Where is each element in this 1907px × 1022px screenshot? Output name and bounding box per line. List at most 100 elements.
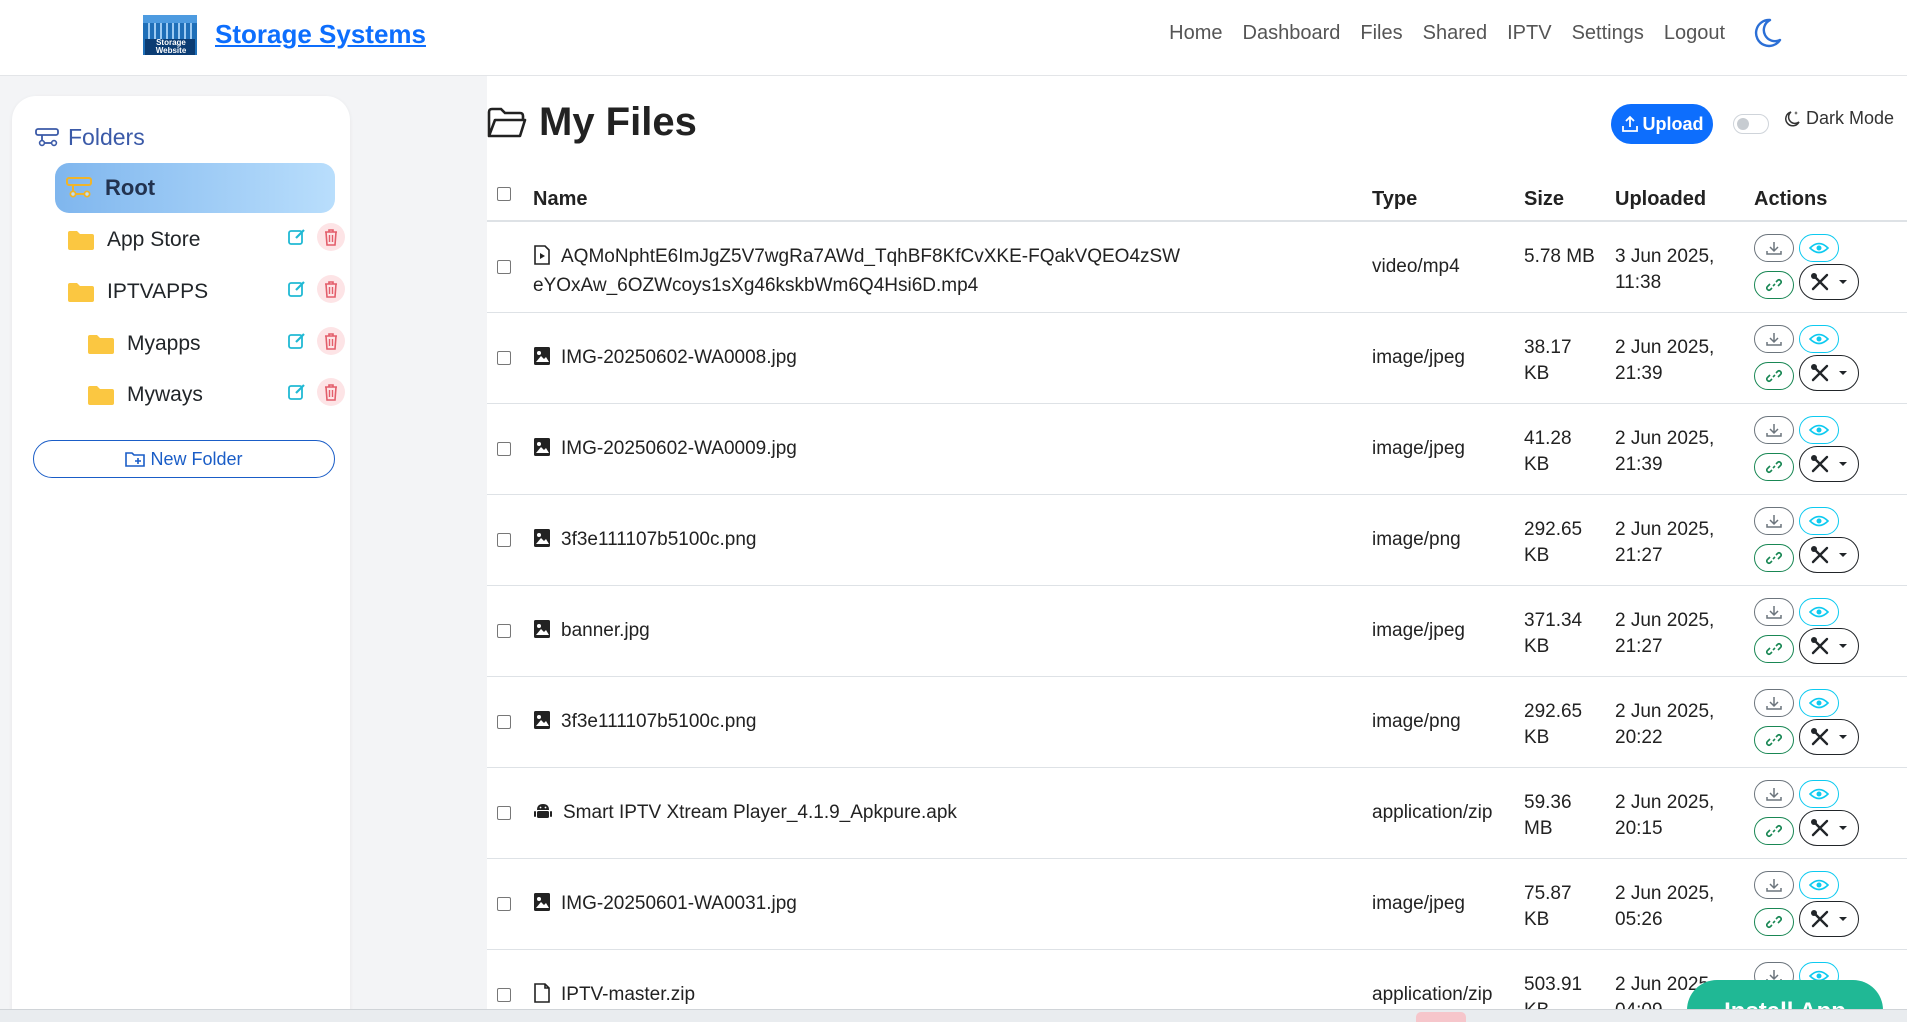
- file-name[interactable]: IMG-20250602-WA0009.jpg: [533, 436, 1183, 465]
- download-button[interactable]: [1754, 780, 1794, 808]
- row-checkbox[interactable]: [497, 988, 511, 1002]
- link-icon: [1766, 915, 1782, 929]
- folder-actions: [283, 275, 345, 303]
- edit-icon[interactable]: [283, 275, 311, 303]
- download-button[interactable]: [1754, 598, 1794, 626]
- tools-dropdown-button[interactable]: [1799, 537, 1859, 573]
- view-button[interactable]: [1799, 234, 1839, 262]
- edit-icon[interactable]: [283, 223, 311, 251]
- row-checkbox[interactable]: [497, 806, 511, 820]
- sidebar-item-myapps[interactable]: Myapps: [87, 327, 357, 361]
- table-row[interactable]: 3f3e111107b5100c.png image/png 292.65 KB 2 …: [487, 677, 1907, 768]
- tools-icon: [1811, 910, 1829, 928]
- select-all-checkbox[interactable]: [497, 187, 511, 201]
- file-name-text: 3f3e111107b5100c.png: [561, 529, 757, 550]
- file-name[interactable]: AQMoNphtE6ImJgZ5V7wgRa7AWd_TqhBF8KfCvXKE…: [533, 244, 1183, 299]
- edit-icon[interactable]: [283, 327, 311, 355]
- eye-icon: [1809, 242, 1829, 254]
- table-row[interactable]: Smart IPTV Xtream Player_4.1.9_Apkpure.a…: [487, 768, 1907, 859]
- sidebar-item-myways[interactable]: Myways: [87, 378, 357, 412]
- row-actions: [1754, 871, 1864, 937]
- download-button[interactable]: [1754, 325, 1794, 353]
- file-name[interactable]: IMG-20250602-WA0008.jpg: [533, 345, 1183, 374]
- row-checkbox[interactable]: [497, 351, 511, 365]
- table-row[interactable]: IMG-20250601-WA0031.jpg image/jpeg 75.87 K…: [487, 859, 1907, 950]
- row-actions: [1754, 598, 1864, 664]
- trash-icon[interactable]: [317, 275, 345, 303]
- download-button[interactable]: [1754, 416, 1794, 444]
- file-name[interactable]: banner.jpg: [533, 618, 1183, 647]
- row-checkbox[interactable]: [497, 624, 511, 638]
- edit-icon[interactable]: [283, 378, 311, 406]
- row-checkbox[interactable]: [497, 442, 511, 456]
- file-name-text: IMG-20250602-WA0008.jpg: [561, 347, 797, 368]
- moon-icon[interactable]: [1750, 16, 1784, 50]
- file-name[interactable]: 3f3e111107b5100c.png: [533, 527, 1183, 556]
- trash-icon[interactable]: [317, 223, 345, 251]
- view-button[interactable]: [1799, 780, 1839, 808]
- tools-dropdown-button[interactable]: [1799, 719, 1859, 755]
- tools-icon: [1811, 364, 1829, 382]
- view-button[interactable]: [1799, 325, 1839, 353]
- nav-home[interactable]: Home: [1169, 22, 1222, 45]
- view-button[interactable]: [1799, 689, 1839, 717]
- view-button[interactable]: [1799, 507, 1839, 535]
- new-folder-button[interactable]: New Folder: [33, 440, 335, 478]
- table-row[interactable]: IMG-20250602-WA0009.jpg image/jpeg 41.28 K…: [487, 404, 1907, 495]
- share-link-button[interactable]: [1754, 726, 1794, 754]
- share-link-button[interactable]: [1754, 362, 1794, 390]
- table-row[interactable]: AQMoNphtE6ImJgZ5V7wgRa7AWd_TqhBF8KfCvXKE…: [487, 222, 1907, 313]
- share-link-button[interactable]: [1754, 453, 1794, 481]
- row-checkbox[interactable]: [497, 897, 511, 911]
- brand-name[interactable]: Storage Systems: [215, 19, 426, 50]
- tools-dropdown-button[interactable]: [1799, 264, 1859, 300]
- share-link-button[interactable]: [1754, 635, 1794, 663]
- brand[interactable]: Storage Website Storage Systems: [141, 11, 426, 57]
- share-link-button[interactable]: [1754, 544, 1794, 572]
- upload-button[interactable]: Upload: [1611, 104, 1713, 144]
- nav-files[interactable]: Files: [1360, 22, 1402, 45]
- download-icon: [1766, 697, 1782, 710]
- tools-dropdown-button[interactable]: [1799, 628, 1859, 664]
- file-name-text: AQMoNphtE6ImJgZ5V7wgRa7AWd_TqhBF8KfCvXKE…: [533, 246, 1181, 296]
- file-name[interactable]: 3f3e111107b5100c.png: [533, 709, 1183, 738]
- file-name[interactable]: IPTV-master.zip: [533, 982, 1183, 1011]
- nav-shared[interactable]: Shared: [1423, 22, 1488, 45]
- file-type: video/mp4: [1372, 256, 1460, 277]
- trash-icon[interactable]: [317, 378, 345, 406]
- share-link-button[interactable]: [1754, 271, 1794, 299]
- row-checkbox[interactable]: [497, 533, 511, 547]
- dark-mode-toggle[interactable]: [1733, 114, 1769, 134]
- view-button[interactable]: [1799, 871, 1839, 899]
- sidebar-item-iptvapps[interactable]: IPTVAPPS: [67, 275, 357, 309]
- table-row[interactable]: banner.jpg image/jpeg 371.34 KB 2 Jun 2025,…: [487, 586, 1907, 677]
- tools-dropdown-button[interactable]: [1799, 901, 1859, 937]
- view-button[interactable]: [1799, 598, 1839, 626]
- share-link-button[interactable]: [1754, 817, 1794, 845]
- sidebar-item-app-store[interactable]: App Store: [67, 223, 357, 257]
- nav-settings[interactable]: Settings: [1572, 22, 1644, 45]
- image-file-icon: [533, 892, 551, 920]
- table-row[interactable]: IMG-20250602-WA0008.jpg image/jpeg 38.17 K…: [487, 313, 1907, 404]
- tools-dropdown-button[interactable]: [1799, 810, 1859, 846]
- nav-logout[interactable]: Logout: [1664, 22, 1725, 45]
- download-button[interactable]: [1754, 507, 1794, 535]
- download-button[interactable]: [1754, 689, 1794, 717]
- share-link-button[interactable]: [1754, 908, 1794, 936]
- eye-icon: [1809, 424, 1829, 436]
- download-button[interactable]: [1754, 871, 1794, 899]
- nav-iptv[interactable]: IPTV: [1507, 22, 1551, 45]
- trash-icon[interactable]: [317, 327, 345, 355]
- download-button[interactable]: [1754, 234, 1794, 262]
- row-checkbox[interactable]: [497, 715, 511, 729]
- file-name[interactable]: Smart IPTV Xtream Player_4.1.9_Apkpure.a…: [533, 800, 1183, 829]
- link-icon: [1766, 278, 1782, 292]
- tools-dropdown-button[interactable]: [1799, 355, 1859, 391]
- table-row[interactable]: 3f3e111107b5100c.png image/png 292.65 KB 2 …: [487, 495, 1907, 586]
- sidebar-item-root[interactable]: Root: [55, 163, 335, 213]
- tools-dropdown-button[interactable]: [1799, 446, 1859, 482]
- file-name[interactable]: IMG-20250601-WA0031.jpg: [533, 891, 1183, 920]
- view-button[interactable]: [1799, 416, 1839, 444]
- nav-dashboard[interactable]: Dashboard: [1243, 22, 1341, 45]
- row-checkbox[interactable]: [497, 260, 511, 274]
